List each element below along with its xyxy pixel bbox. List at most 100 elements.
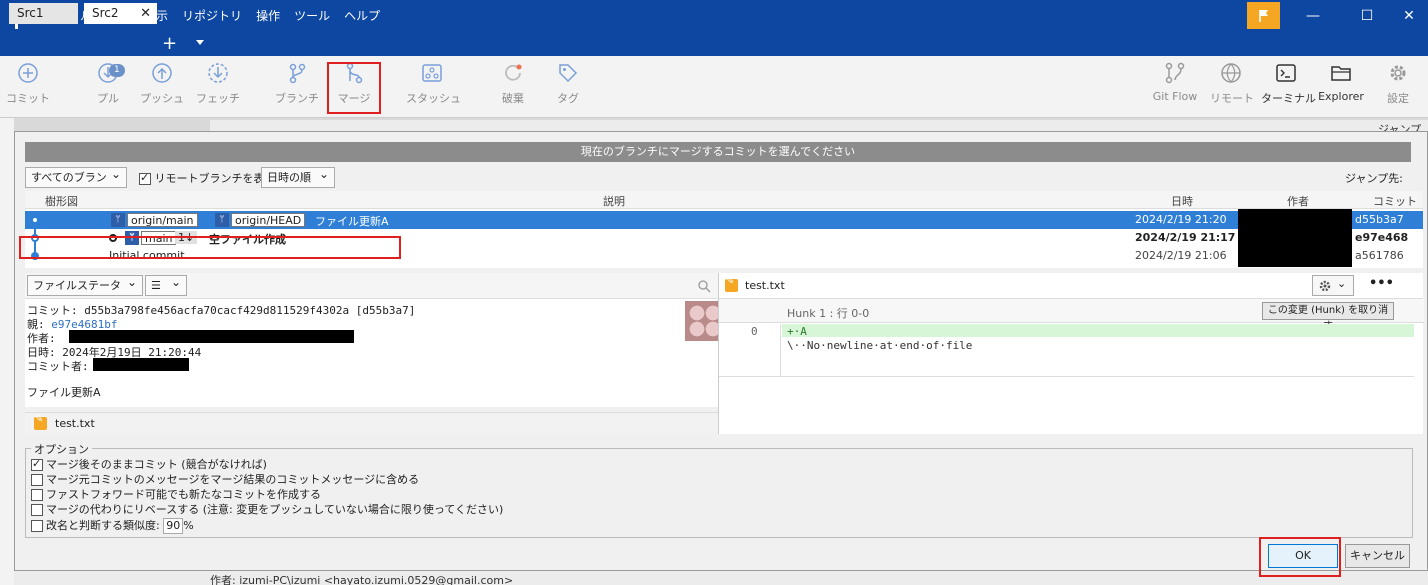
- line-number: 0: [751, 325, 758, 338]
- option-commit-after-merge[interactable]: マージ後そのままコミット (競合がなければ): [31, 456, 267, 472]
- more-options-icon[interactable]: •••: [1369, 276, 1394, 291]
- similarity-input[interactable]: 90: [163, 518, 184, 534]
- changed-file-item[interactable]: test.txt: [25, 412, 718, 434]
- show-remote-label: リモートブランチを表示: [154, 172, 276, 185]
- col-graph: 樹形図: [45, 195, 78, 208]
- file-list-toolbar: ファイルステータス順 ☰: [25, 273, 718, 311]
- chevron-down-icon: ⌄: [1337, 277, 1347, 290]
- fetch-label: フェッチ: [196, 92, 240, 105]
- checkbox-unchecked: [31, 474, 43, 486]
- merge-dialog: 現在のブランチにマージするコミットを選んでください すべてのブランチ リモートブ…: [14, 131, 1428, 571]
- commit-date: 2024/2/19 21:06: [1135, 249, 1227, 262]
- option-include-messages[interactable]: マージ元コミットのメッセージをマージ結果のコミットメッセージに含める: [31, 471, 419, 487]
- tag-button[interactable]: タグ: [548, 56, 588, 118]
- checkbox-checked: [31, 457, 43, 471]
- gear-icon: [1390, 65, 1406, 81]
- fetch-button[interactable]: フェッチ: [196, 56, 240, 118]
- diff-view: Hunk 1 : 行 0-0 この変更 (Hunk) を取り消す 0 +·A \…: [718, 299, 1424, 434]
- menu-repository[interactable]: リポジトリ: [176, 0, 248, 32]
- branch-icon: [289, 63, 306, 84]
- terminal-button[interactable]: ターミナル: [1261, 56, 1316, 118]
- show-remote-branches-checkbox[interactable]: リモートブランチを表示: [139, 170, 276, 186]
- ref-label: origin/main: [127, 213, 198, 227]
- view-mode-dropdown[interactable]: ☰: [145, 273, 187, 296]
- close-window-button[interactable]: ✕: [1390, 0, 1428, 32]
- folder-icon: [1331, 66, 1351, 81]
- settings-label: 設定: [1387, 92, 1409, 105]
- branch-filter-dropdown[interactable]: すべてのブランチ: [25, 165, 127, 203]
- committer-line: コミット者:: [27, 358, 189, 374]
- discard-hunk-button[interactable]: この変更 (Hunk) を取り消す: [1262, 302, 1394, 332]
- merge-highlight-box: [327, 62, 381, 114]
- diff-header: test.txt ⌄ •••: [718, 273, 1423, 299]
- diff-no-newline-line: \··No·newline·at·end·of·file: [787, 339, 973, 352]
- col-author: 作者: [1287, 195, 1309, 208]
- modified-file-icon: [34, 414, 47, 430]
- flag-button[interactable]: [1247, 2, 1280, 29]
- add-tab-button[interactable]: +: [162, 33, 177, 55]
- branch-icon: ᛘ: [111, 213, 125, 227]
- search-icon[interactable]: [697, 279, 711, 293]
- explorer-button[interactable]: Explorer: [1316, 56, 1366, 118]
- diff-options-button[interactable]: ⌄: [1312, 275, 1354, 296]
- pull-button[interactable]: プル 1: [86, 56, 130, 118]
- commit-row[interactable]: ᛘ origin/main ᛘ origin/HEAD ファイル更新A 2024/2…: [25, 209, 1423, 267]
- menu-help[interactable]: ヘルプ: [338, 0, 386, 32]
- commit-hash: d55b3a7: [1355, 213, 1404, 226]
- tab-src1[interactable]: Src1: [9, 3, 78, 24]
- minimize-button[interactable]: —: [1290, 0, 1336, 32]
- settings-button[interactable]: 設定: [1378, 56, 1418, 118]
- tab-label: Src2: [92, 6, 119, 20]
- menu-tools[interactable]: ツール: [288, 0, 336, 32]
- commit-message: ファイル更新A: [315, 215, 389, 228]
- close-tab-icon[interactable]: ✕: [140, 3, 151, 24]
- commit-button[interactable]: コミット: [6, 56, 50, 118]
- maximize-button[interactable]: ☐: [1344, 0, 1390, 32]
- background-sidebar: [0, 118, 14, 585]
- commit-date: 2024/2/19 21:20: [1135, 213, 1227, 226]
- graph-node: [31, 216, 39, 224]
- explorer-label: Explorer: [1318, 90, 1364, 103]
- checkbox-unchecked: [31, 520, 43, 532]
- terminal-label: ターミナル: [1261, 92, 1316, 105]
- tab-bar: [0, 32, 1428, 56]
- options-title: オプション: [31, 441, 92, 457]
- gitflow-label: Git Flow: [1152, 90, 1198, 103]
- menu-actions[interactable]: 操作: [250, 0, 286, 32]
- checkbox-checked: [139, 171, 151, 185]
- stash-label: スタッシュ: [406, 92, 461, 105]
- tab-src2[interactable]: Src2 ✕: [84, 3, 157, 24]
- gitflow-button[interactable]: Git Flow: [1150, 56, 1200, 118]
- ok-highlight-box: [1259, 537, 1341, 577]
- discard-button[interactable]: 破棄: [492, 56, 534, 118]
- stash-button[interactable]: スタッシュ: [406, 56, 461, 118]
- option-rename-similarity[interactable]: 改名と判断する類似度: 90%: [31, 517, 194, 534]
- option-label: マージ後そのままコミット (競合がなければ): [46, 458, 267, 471]
- cancel-button[interactable]: キャンセル: [1345, 544, 1410, 568]
- gear-icon: [1319, 280, 1331, 292]
- option-rebase-instead[interactable]: マージの代わりにリベースする (注意: 変更をプッシュしていない場合に限り使って…: [31, 501, 503, 517]
- remote-button[interactable]: リモート: [1210, 56, 1254, 118]
- redacted-author-detail: [69, 330, 354, 343]
- ref-origin-main: ᛘ origin/main: [111, 212, 198, 228]
- terminal-icon: [1276, 64, 1296, 82]
- modified-file-icon: [725, 276, 738, 292]
- file-sort-dropdown[interactable]: ファイルステータス順: [27, 273, 143, 311]
- dialog-heading: 現在のブランチにマージするコミットを選んでください: [25, 142, 1411, 162]
- globe-icon: [1221, 63, 1241, 83]
- diff-divider: [719, 376, 1414, 377]
- commit-hash: a561786: [1355, 249, 1404, 262]
- branch-button[interactable]: ブランチ: [274, 56, 320, 118]
- hunk-label: Hunk 1 : 行 0-0: [787, 307, 870, 320]
- order-dropdown[interactable]: 日時の順: [261, 165, 335, 188]
- tab-dropdown-icon[interactable]: [196, 40, 204, 45]
- discard-label: 破棄: [502, 92, 524, 105]
- checkbox-unchecked: [31, 489, 43, 501]
- tag-icon: [559, 64, 578, 83]
- option-no-fast-forward[interactable]: ファストフォワード可能でも新たなコミットを作成する: [31, 486, 321, 502]
- commit-hash: e97e468: [1355, 231, 1409, 244]
- push-button[interactable]: プッシュ: [140, 56, 184, 118]
- commit-label: コミット: [6, 92, 50, 105]
- discard-icon: [505, 64, 522, 81]
- option-label: マージ元コミットのメッセージをマージ結果のコミットメッセージに含める: [46, 473, 420, 486]
